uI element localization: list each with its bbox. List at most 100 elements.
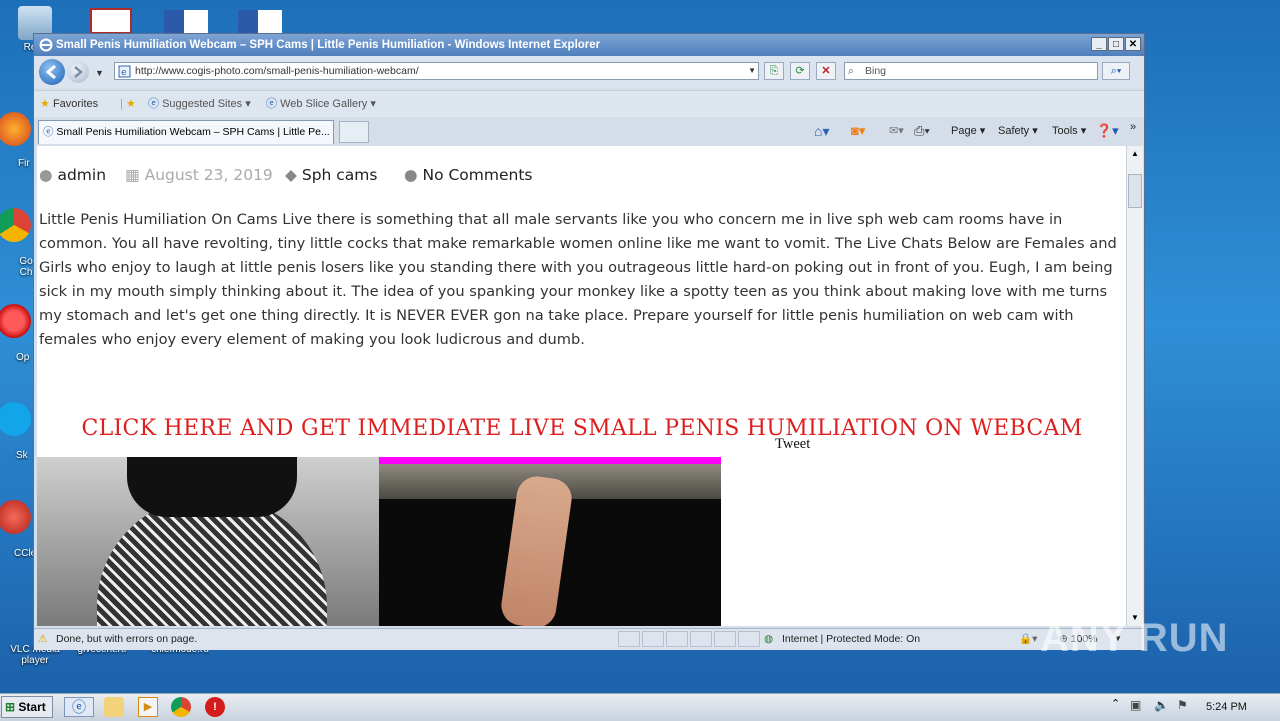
print-icon[interactable]: ⎙▾: [914, 117, 930, 145]
search-input[interactable]: ⌕ Bing: [844, 62, 1098, 80]
maximize-button[interactable]: □: [1108, 37, 1124, 51]
start-button[interactable]: ⊞ Start: [1, 696, 53, 718]
stop-button[interactable]: ✕: [816, 62, 836, 80]
ccleaner-icon: [0, 500, 31, 534]
tools-menu[interactable]: Tools ▾: [1052, 117, 1086, 145]
desktop-icon-opera[interactable]: Op: [0, 304, 36, 363]
feeds-icon[interactable]: ◙▾: [851, 117, 865, 145]
action-center-flag-icon[interactable]: ⚑: [1177, 698, 1188, 712]
desktop-icon-skype[interactable]: Sk: [0, 402, 36, 461]
opera-taskbar-icon[interactable]: !: [205, 697, 225, 717]
home-icon[interactable]: ⌂▾: [814, 117, 829, 145]
compatibility-view-button[interactable]: ⎘: [764, 62, 784, 80]
web-slice-gallery-link[interactable]: ⓔ Web Slice Gallery ▾: [266, 91, 376, 117]
help-icon[interactable]: ❓▾: [1096, 117, 1119, 145]
desktop-icon-chrome[interactable]: Go Ch: [0, 208, 36, 278]
scroll-up-icon[interactable]: ▲: [1127, 146, 1143, 162]
safety-menu[interactable]: Safety ▾: [998, 117, 1038, 145]
pdf-file-icon[interactable]: [90, 8, 132, 34]
window-title: Small Penis Humiliation Webcam – SPH Cam…: [56, 39, 601, 51]
warning-icon[interactable]: ⚠: [38, 629, 47, 649]
status-bar: ⚠ Done, but with errors on page. ◍ Inter…: [34, 628, 1144, 650]
suggested-sites-label: Suggested Sites: [162, 98, 243, 110]
article-paragraph: Little Penis Humiliation On Cams Live th…: [39, 211, 1117, 348]
status-cell: [714, 631, 736, 647]
recent-pages-dropdown-icon[interactable]: ▼: [95, 68, 104, 78]
back-arrow-icon: [45, 64, 56, 80]
forward-button[interactable]: [67, 61, 89, 83]
search-icon: ⌕: [848, 65, 854, 77]
desktop-icon-label: Fir: [18, 158, 30, 169]
tab-bar: ⓔ Small Penis Humiliation Webcam – SPH C…: [34, 117, 1144, 145]
windows-logo-icon: ⊞: [5, 700, 16, 714]
status-cell: [642, 631, 664, 647]
address-dropdown-icon[interactable]: ▼: [748, 63, 756, 79]
tag-icon: ◆: [285, 166, 297, 184]
category-meta[interactable]: ◆ Sph cams: [285, 166, 377, 184]
page-menu-label: Page: [951, 125, 977, 137]
word-document-icon[interactable]: [164, 10, 208, 34]
protected-mode-icon[interactable]: 🔒▾: [1019, 629, 1037, 649]
zone-text[interactable]: Internet | Protected Mode: On: [782, 629, 920, 649]
read-mail-icon[interactable]: ✉▾: [889, 117, 904, 145]
promo-image-right[interactable]: [379, 457, 721, 626]
title-bar[interactable]: Small Penis Humiliation Webcam – SPH Cam…: [34, 34, 1144, 56]
ie-taskbar-icon[interactable]: ⓔ: [64, 697, 94, 717]
tweet-button[interactable]: Tweet: [775, 436, 810, 453]
suggested-sites-link[interactable]: ⓔ Suggested Sites ▾: [148, 91, 251, 117]
network-icon[interactable]: ▣: [1130, 698, 1141, 712]
ie-page-icon: ⓔ: [266, 98, 277, 110]
user-icon: ●: [39, 166, 53, 184]
address-url: http://www.cogis-photo.com/small-penis-h…: [135, 65, 419, 77]
volume-icon[interactable]: 🔈: [1154, 698, 1169, 712]
refresh-button[interactable]: ⟳: [790, 62, 810, 80]
globe-icon: ◍: [764, 633, 774, 645]
chevron-more-icon[interactable]: »: [1130, 113, 1136, 141]
chrome-icon: [0, 208, 31, 242]
status-text: Done, but with errors on page.: [56, 633, 198, 645]
promo-image-left[interactable]: [37, 457, 379, 626]
desktop-icon-ccleaner[interactable]: CCle: [0, 500, 36, 559]
tab-active[interactable]: ⓔ Small Penis Humiliation Webcam – SPH C…: [38, 120, 334, 144]
minimize-button[interactable]: _: [1091, 37, 1107, 51]
add-favorites-icon[interactable]: ★: [126, 91, 136, 117]
status-cell: [618, 631, 640, 647]
firefox-icon: [0, 112, 31, 146]
desktop-icon-label: Op: [16, 352, 30, 363]
vertical-scrollbar[interactable]: ▲ ▼: [1126, 146, 1143, 626]
chrome-taskbar-icon[interactable]: [171, 697, 191, 717]
taskbar-clock[interactable]: 5:24 PM: [1206, 694, 1247, 721]
category-link: Sph cams: [301, 166, 378, 184]
back-button[interactable]: [39, 59, 65, 85]
comments-meta[interactable]: ● No Comments: [404, 166, 533, 184]
navigation-bar: ▼ e http://www.cogis-photo.com/small-pen…: [34, 56, 1144, 88]
author-name: admin: [57, 166, 107, 184]
start-label: Start: [18, 700, 46, 714]
desktop-icon-label: Sk: [16, 450, 28, 461]
search-button[interactable]: ⌕▾: [1102, 62, 1130, 80]
desktop-icon-firefox[interactable]: Fir: [0, 112, 36, 169]
page-content: ● admin ▦ August 23, 2019 ◆ Sph cams ● N…: [37, 146, 1126, 626]
separator: |: [120, 98, 123, 110]
page-menu[interactable]: Page ▾: [951, 117, 985, 145]
scrollbar-thumb[interactable]: [1128, 174, 1142, 208]
page-icon: ⓔ: [43, 126, 54, 138]
forward-arrow-icon: [74, 66, 83, 78]
skype-icon: [0, 402, 31, 436]
status-cell: [666, 631, 688, 647]
close-button[interactable]: ✕: [1125, 37, 1141, 51]
explorer-taskbar-icon[interactable]: [104, 697, 124, 717]
address-bar[interactable]: e http://www.cogis-photo.com/small-penis…: [114, 62, 759, 80]
word-document-icon[interactable]: [238, 10, 282, 34]
show-hidden-icons-icon[interactable]: ⌃: [1111, 697, 1120, 710]
favorites-button[interactable]: ★ Favorites: [40, 91, 98, 117]
post-date: August 23, 2019: [144, 166, 273, 184]
favorites-bar: ★ Favorites | ★ ⓔ Suggested Sites ▾ ⓔ We…: [34, 90, 1144, 117]
ie-logo-icon: [39, 38, 53, 52]
author-meta[interactable]: ● admin: [39, 166, 106, 184]
comment-icon: ●: [404, 166, 418, 184]
cta-link[interactable]: CLICK HERE AND GET IMMEDIATE LIVE SMALL …: [37, 416, 1126, 441]
new-tab-button[interactable]: [339, 121, 369, 143]
media-player-taskbar-icon[interactable]: ▶: [138, 697, 158, 717]
page-icon: e: [118, 65, 131, 78]
